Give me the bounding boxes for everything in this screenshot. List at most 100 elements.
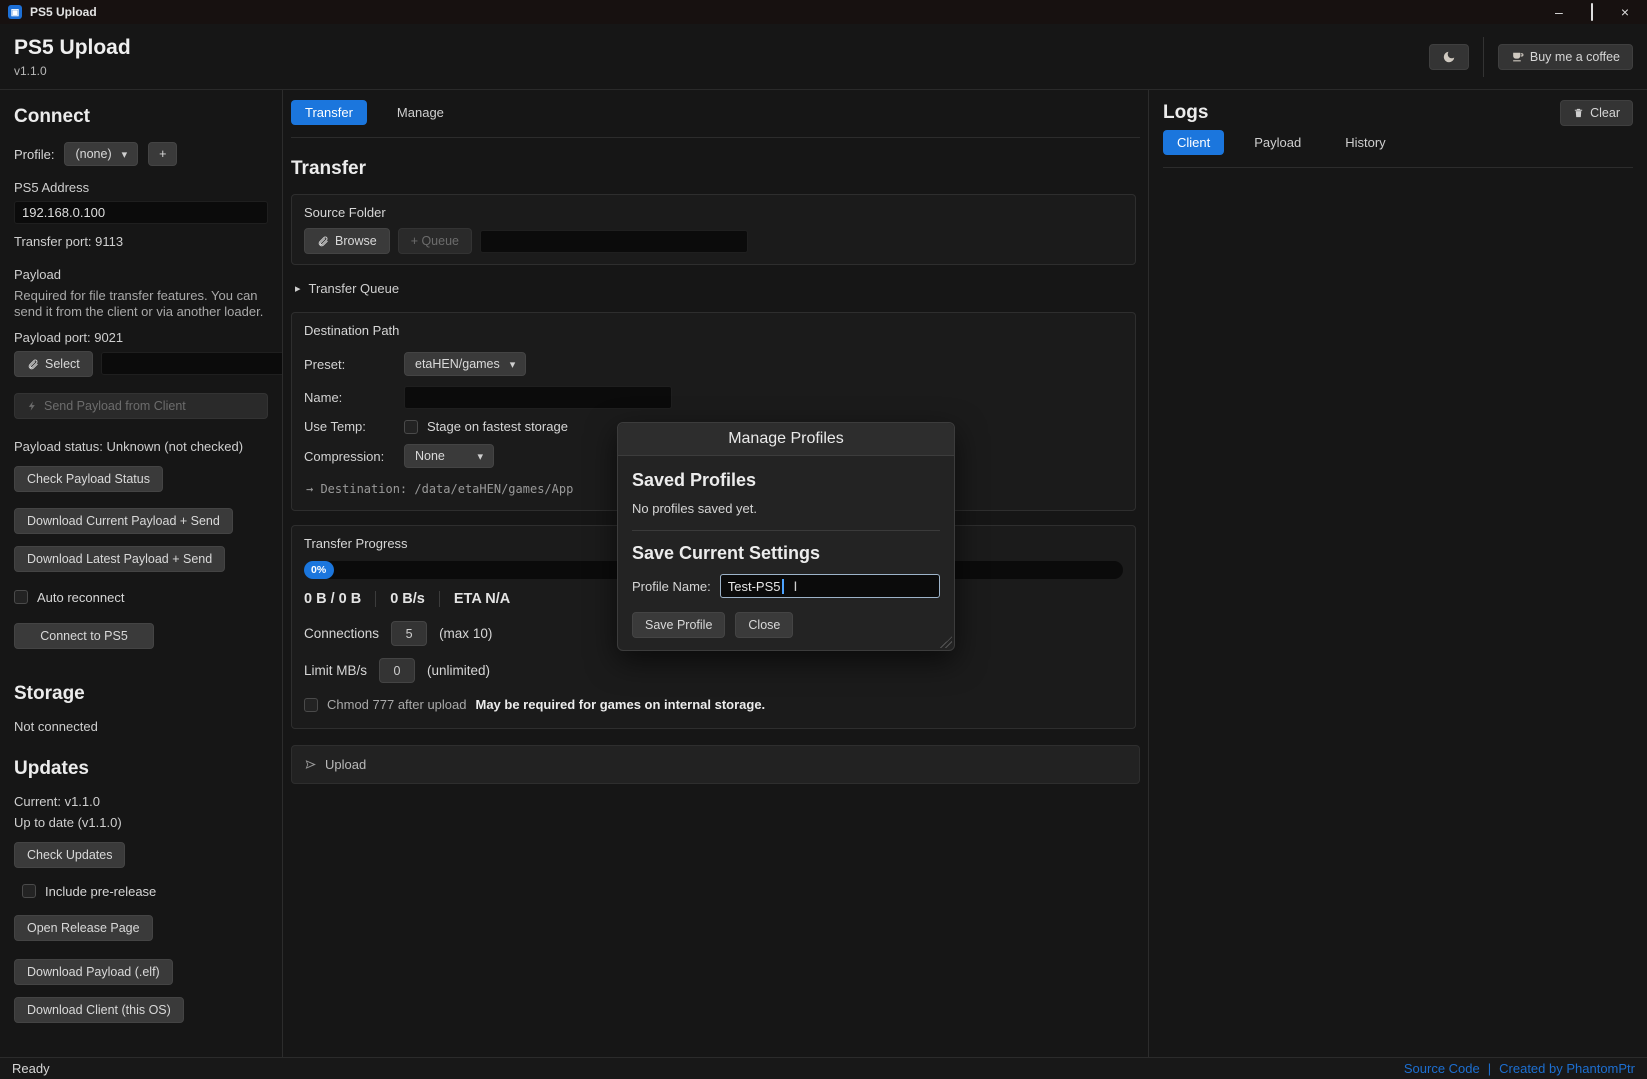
status-text: Ready (12, 1061, 50, 1076)
upload-button[interactable]: Upload (291, 745, 1140, 784)
transfer-queue-toggle[interactable]: ▸ Transfer Queue (295, 281, 1136, 296)
limit-input[interactable] (379, 658, 415, 683)
upload-icon (304, 758, 317, 771)
statusbar-separator: | (1488, 1061, 1491, 1076)
log-output-area[interactable] (1163, 168, 1633, 928)
preset-selected-value: etaHEN/games (415, 357, 500, 371)
ps5-address-label: PS5 Address (14, 180, 268, 195)
app-icon: ▣ (8, 5, 22, 19)
saved-profiles-title: Saved Profiles (632, 470, 940, 491)
source-folder-title: Source Folder (304, 205, 1123, 220)
chevron-down-icon: ▾ (477, 450, 483, 463)
folder-icon (317, 235, 329, 247)
clear-logs-label: Clear (1590, 106, 1620, 120)
credit-link[interactable]: Created by PhantomPtr (1499, 1061, 1635, 1076)
destination-path-title: Destination Path (304, 323, 1123, 338)
send-payload-button[interactable]: Send Payload from Client (14, 393, 268, 419)
compression-select[interactable]: None ▾ (404, 444, 494, 468)
header-titles: PS5 Upload v1.1.0 (14, 35, 131, 77)
save-profile-button[interactable]: Save Profile (632, 612, 725, 638)
page-title: PS5 Upload (14, 35, 131, 60)
app-header: PS5 Upload v1.1.0 Buy me a coffee (0, 24, 1647, 90)
chevron-down-icon: ▾ (510, 358, 516, 371)
payload-section-title: Payload (14, 267, 268, 282)
close-dialog-button[interactable]: Close (735, 612, 793, 638)
chevron-right-icon: ▸ (295, 282, 301, 295)
connections-max-text: (max 10) (439, 626, 492, 641)
connect-to-ps5-button[interactable]: Connect to PS5 (14, 623, 154, 649)
chmod-checkbox[interactable] (304, 698, 318, 712)
use-temp-checkbox[interactable] (404, 420, 418, 434)
updates-current-text: Current: v1.1.0 (14, 794, 268, 809)
browse-button[interactable]: Browse (304, 228, 390, 254)
use-temp-label: Use Temp: (304, 419, 404, 434)
download-latest-payload-button[interactable]: Download Latest Payload + Send (14, 546, 225, 572)
logs-tab-payload[interactable]: Payload (1240, 130, 1315, 155)
tab-transfer[interactable]: Transfer (291, 100, 367, 125)
download-payload-elf-button[interactable]: Download Payload (.elf) (14, 959, 173, 985)
open-release-page-button[interactable]: Open Release Page (14, 915, 153, 941)
profile-label: Profile: (14, 147, 54, 162)
save-current-settings-title: Save Current Settings (632, 543, 940, 564)
select-payload-button[interactable]: Select (14, 351, 93, 377)
ps5-address-input[interactable] (14, 201, 268, 224)
name-label: Name: (304, 390, 404, 405)
payload-status-text: Payload status: Unknown (not checked) (14, 439, 268, 454)
app-version: v1.1.0 (14, 64, 131, 78)
dialog-title[interactable]: Manage Profiles (618, 423, 954, 456)
chmod-label: Chmod 777 after upload (327, 697, 466, 712)
download-current-payload-button[interactable]: Download Current Payload + Send (14, 508, 233, 534)
preset-label: Preset: (304, 357, 404, 372)
logs-tab-history[interactable]: History (1331, 130, 1399, 155)
add-profile-button[interactable]: + (148, 142, 177, 166)
logs-tab-client[interactable]: Client (1163, 130, 1224, 155)
use-temp-option-label: Stage on fastest storage (427, 419, 568, 434)
updates-status-text: Up to date (v1.1.0) (14, 815, 268, 830)
minimize-icon[interactable]: – (1555, 0, 1563, 24)
moon-icon (1442, 50, 1456, 64)
saved-profiles-empty-text: No profiles saved yet. (632, 501, 940, 516)
sidebar: Connect Profile: (none) ▾ + PS5 Address … (0, 90, 283, 1057)
resize-grip-icon[interactable] (940, 636, 952, 648)
source-path-input[interactable] (480, 230, 748, 253)
profile-selected-value: (none) (75, 147, 111, 161)
preset-select[interactable]: etaHEN/games ▾ (404, 352, 526, 376)
profile-name-value: Test-PS5 (728, 579, 781, 594)
check-payload-status-button[interactable]: Check Payload Status (14, 466, 163, 492)
storage-section-title: Storage (14, 683, 268, 705)
window-controls: – × (1555, 0, 1639, 24)
upload-label: Upload (325, 757, 366, 772)
profile-name-input[interactable]: Test-PS5 I (720, 574, 940, 598)
main-tabs: Transfer Manage (291, 100, 1140, 125)
transfer-title: Transfer (291, 158, 1140, 180)
dialog-divider (632, 530, 940, 531)
stat-divider (375, 591, 376, 607)
add-to-queue-button[interactable]: + Queue (398, 228, 472, 254)
chevron-down-icon: ▾ (122, 148, 128, 161)
include-prerelease-checkbox[interactable] (22, 884, 36, 898)
theme-toggle-button[interactable] (1429, 44, 1469, 70)
transfer-queue-label: Transfer Queue (309, 281, 400, 296)
payload-port-text: Payload port: 9021 (14, 330, 268, 345)
connect-section-title: Connect (14, 106, 268, 128)
download-client-button[interactable]: Download Client (this OS) (14, 997, 184, 1023)
profile-select[interactable]: (none) ▾ (64, 142, 138, 166)
tab-manage[interactable]: Manage (383, 100, 458, 125)
source-code-link[interactable]: Source Code (1404, 1061, 1480, 1076)
updates-section-title: Updates (14, 758, 268, 780)
check-updates-button[interactable]: Check Updates (14, 842, 125, 868)
logs-panel: Logs Clear Client Payload History (1149, 90, 1647, 1057)
auto-reconnect-checkbox[interactable] (14, 590, 28, 604)
connections-input[interactable] (391, 621, 427, 646)
payload-path-input[interactable] (101, 352, 283, 375)
window-title: PS5 Upload (30, 5, 97, 19)
buy-me-a-coffee-label: Buy me a coffee (1530, 50, 1620, 64)
buy-me-a-coffee-button[interactable]: Buy me a coffee (1498, 44, 1633, 70)
maximize-icon[interactable] (1591, 0, 1593, 24)
manage-profiles-dialog: Manage Profiles Saved Profiles No profil… (617, 422, 955, 651)
limit-label: Limit MB/s (304, 663, 367, 678)
close-icon[interactable]: × (1621, 0, 1629, 24)
storage-status-text: Not connected (14, 719, 268, 734)
clear-logs-button[interactable]: Clear (1560, 100, 1633, 126)
name-input[interactable] (404, 386, 672, 409)
